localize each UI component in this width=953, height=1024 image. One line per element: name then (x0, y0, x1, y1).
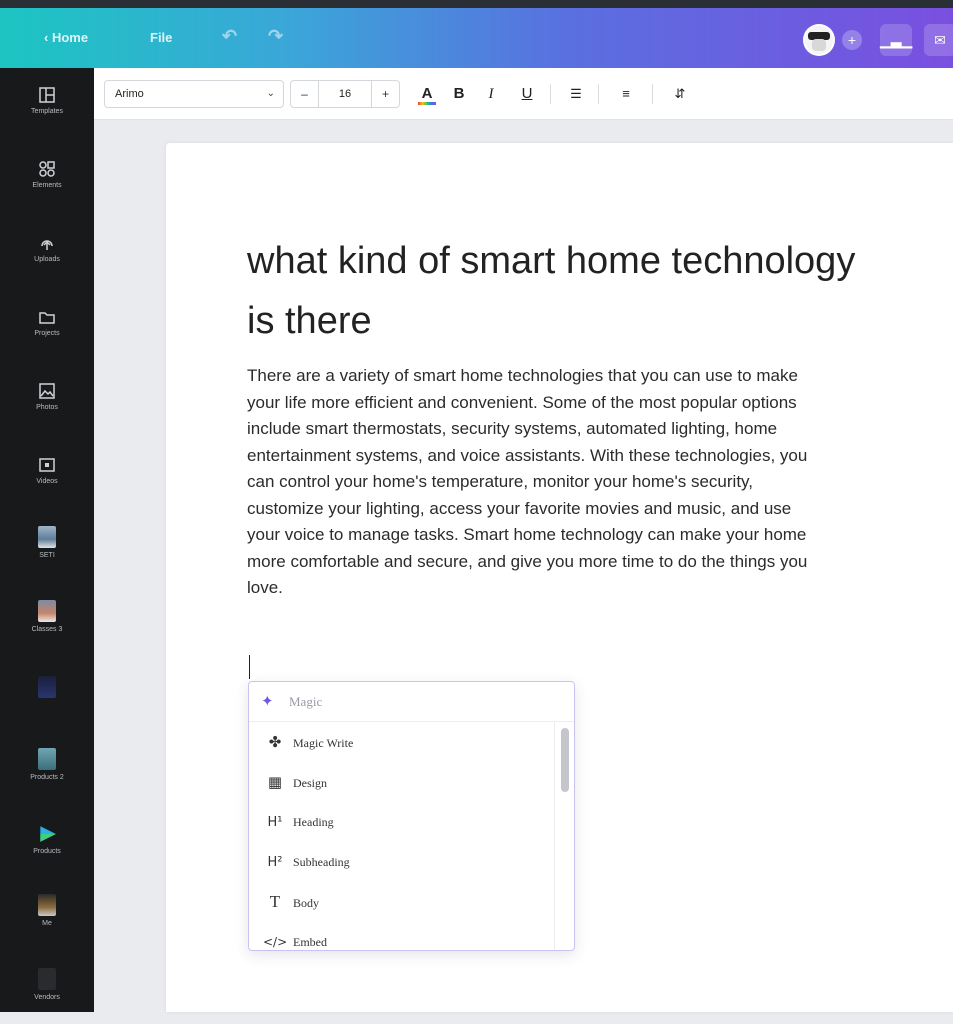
left-sidebar: Templates Elements Uploads Projects Phot… (0, 68, 94, 1012)
increase-font-size-button[interactable]: + (371, 81, 399, 107)
chevron-left-icon: ‹ (44, 30, 49, 45)
templates-icon (39, 87, 55, 103)
sidebar-item-products-2[interactable]: Products 2 (0, 744, 94, 804)
underline-button[interactable]: U (518, 82, 536, 106)
sidebar-item-photos[interactable]: Photos (0, 376, 94, 436)
heading-h2-icon: H² (267, 855, 283, 870)
sidebar-item-products[interactable]: Products (0, 818, 94, 878)
menu-item-body[interactable]: T Body (249, 882, 555, 922)
top-bar: ‹ Home File ↶ ↷ + ▁▃▁ ✉ (0, 0, 953, 68)
videos-icon (39, 458, 55, 472)
uploads-icon (41, 240, 53, 250)
sidebar-item-classes-3[interactable]: Classes 3 (0, 596, 94, 656)
folder-thumb-icon (38, 894, 56, 916)
folder-thumb-icon (38, 676, 56, 698)
sidebar-item-uploads[interactable]: Uploads (0, 228, 94, 288)
text-t-icon: T (269, 892, 281, 911)
line-spacing-icon[interactable]: ⇵ (670, 82, 690, 106)
text-color-button[interactable]: A (416, 82, 438, 106)
bold-button[interactable]: B (450, 82, 468, 106)
toolbar-divider (550, 84, 551, 104)
magic-sparkle-icon: ✦ (261, 693, 274, 710)
folder-thumb-icon (38, 526, 56, 548)
sidebar-item-seti[interactable]: SETI (0, 522, 94, 582)
decrease-font-size-button[interactable]: – (291, 81, 319, 107)
add-collaborator-button[interactable]: + (842, 30, 862, 50)
font-size-input[interactable]: 16 (319, 81, 371, 107)
document-heading[interactable]: what kind of smart home technology is th… (247, 231, 953, 351)
font-family-select[interactable]: Arimo ⌄ (104, 80, 284, 108)
sidebar-item-vendors[interactable]: Vendors (0, 964, 94, 1024)
toolbar-divider (598, 84, 599, 104)
elements-icon (39, 161, 55, 177)
folder-thumb-icon (38, 748, 56, 770)
magic-menu: ✦ ✤Magic Write ▦Design H¹Heading H²Subhe… (248, 681, 575, 951)
sidebar-item-untitled[interactable] (0, 672, 94, 732)
magic-menu-scrollbar[interactable] (554, 722, 574, 950)
menu-item-heading[interactable]: H¹ Heading (249, 802, 555, 842)
avatar[interactable] (803, 24, 835, 56)
text-toolbar: Arimo ⌄ – 16 + A B I U ☰ ≡ ⇵ (94, 68, 953, 120)
sidebar-item-elements[interactable]: Elements (0, 154, 94, 214)
bullet-list-icon[interactable]: ≡ (616, 82, 636, 106)
menu-item-design[interactable]: ▦ Design (249, 762, 555, 802)
home-label: Home (51, 30, 89, 45)
chevron-down-icon: ⌄ (266, 88, 275, 99)
text-caret (249, 655, 250, 679)
magic-search-bar: ✦ (249, 682, 574, 722)
heading-h1-icon: H¹ (267, 815, 283, 830)
folder-thumb-icon (38, 600, 56, 622)
sidebar-item-projects[interactable]: Projects (0, 302, 94, 362)
magic-menu-list: ✤ Magic Write ▦ Design H¹ Heading H² Subhead… (249, 722, 555, 950)
scrollbar-thumb[interactable] (561, 728, 569, 792)
align-left-icon[interactable]: ☰ (566, 82, 586, 106)
menu-item-magic-write[interactable]: ✤ Magic Write (249, 722, 555, 762)
insights-icon[interactable]: ▁▃▁ (880, 24, 912, 56)
undo-icon[interactable]: ↶ (222, 26, 237, 47)
sidebar-item-videos[interactable]: Videos (0, 450, 94, 510)
embed-code-icon: </> (263, 935, 288, 949)
toolbar-divider (652, 84, 653, 104)
play-thumb-icon (40, 826, 56, 842)
sidebar-item-me[interactable]: Me (0, 890, 94, 950)
photos-icon (39, 383, 55, 399)
comment-icon[interactable]: ✉ (924, 24, 953, 56)
redo-icon[interactable]: ↷ (268, 26, 283, 47)
magic-wand-icon: ✤ (268, 733, 282, 751)
folder-thumb-icon (38, 968, 56, 990)
menu-item-embed[interactable]: </> Embed (249, 922, 555, 950)
projects-icon (39, 312, 55, 324)
file-menu-button[interactable]: File (150, 30, 172, 45)
italic-button[interactable]: I (482, 82, 500, 106)
home-button[interactable]: ‹ Home (44, 30, 88, 45)
font-size-stepper: – 16 + (290, 80, 400, 108)
magic-search-input[interactable] (289, 692, 529, 712)
document-body[interactable]: There are a variety of smart home techno… (247, 363, 953, 602)
sidebar-item-templates[interactable]: Templates (0, 80, 94, 140)
menu-item-subheading[interactable]: H² Subheading (249, 842, 555, 882)
design-grid-icon: ▦ (267, 773, 283, 791)
